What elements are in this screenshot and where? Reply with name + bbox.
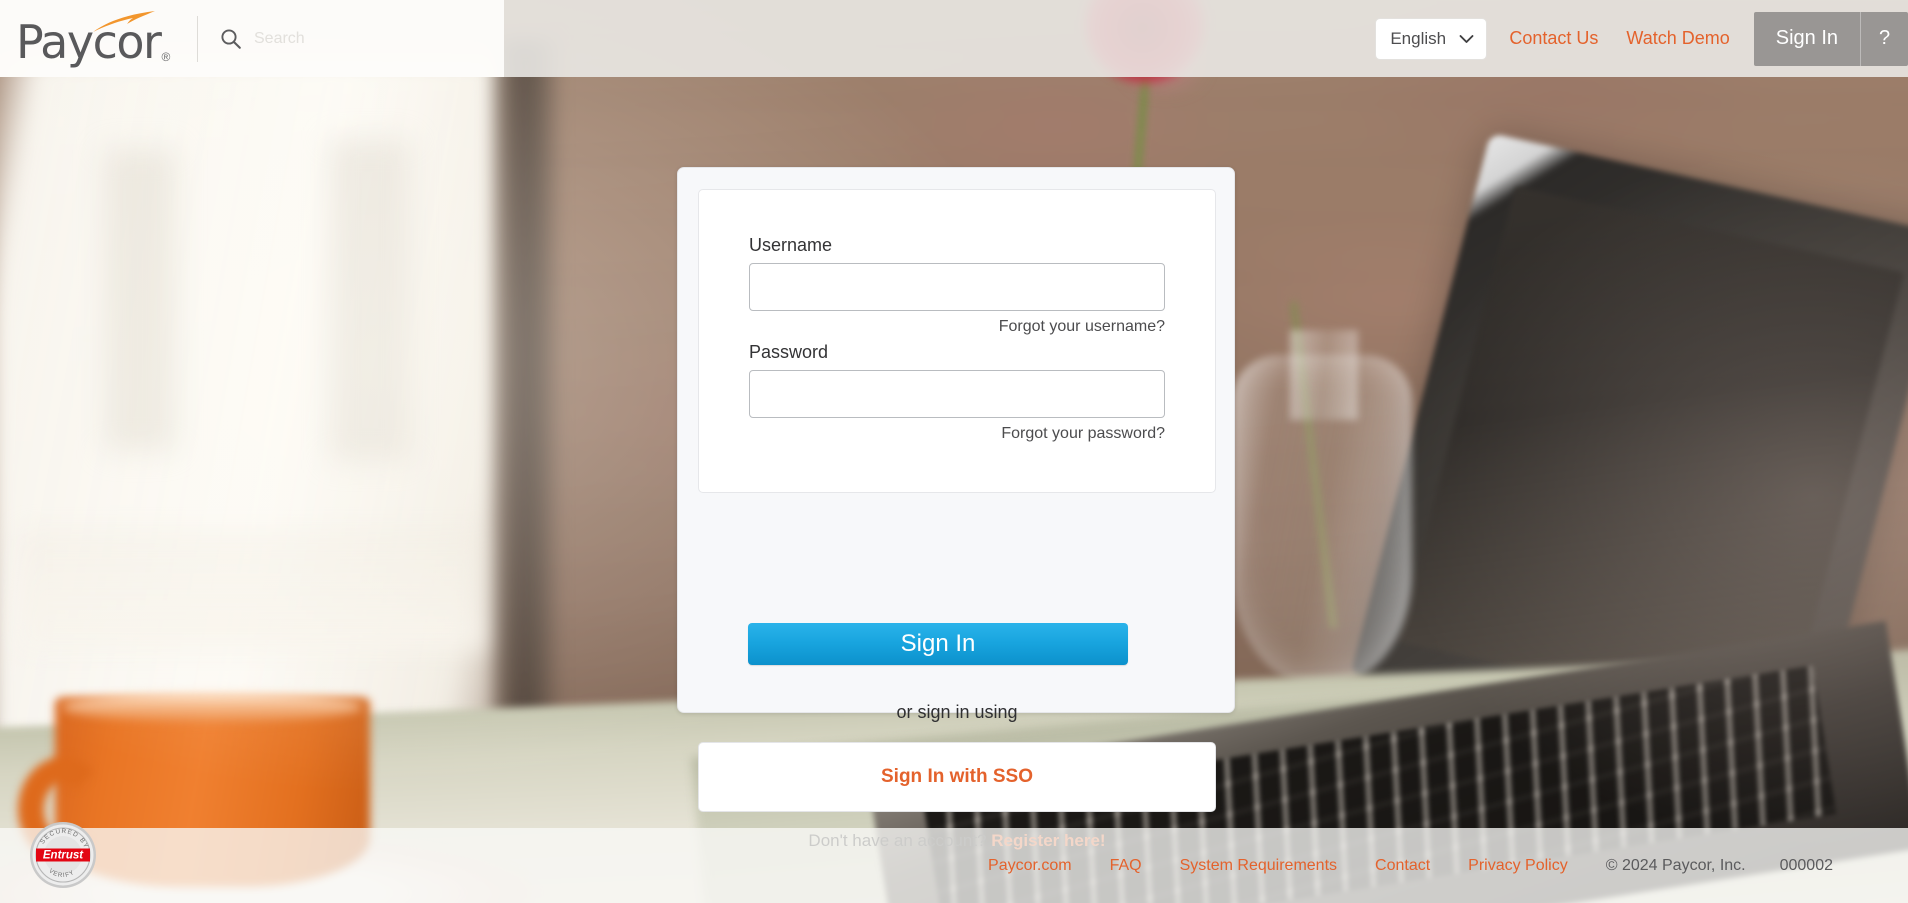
header-signin-group: Sign In ? [1753, 11, 1908, 66]
watch-demo-link[interactable]: Watch Demo [1626, 28, 1729, 49]
paycor-logo-text: Paycor [16, 14, 162, 69]
password-label: Password [749, 342, 829, 362]
or-sign-in-using-text: or sign in using [896, 702, 1018, 722]
search-icon[interactable] [220, 28, 242, 50]
paycor-logo[interactable]: Paycor ® [16, 10, 173, 68]
username-label: Username [749, 235, 833, 255]
paycor-logo-registered: ® [161, 49, 171, 64]
username-input[interactable] [749, 263, 1165, 311]
entrust-secured-seal[interactable]: SECURED BY VERIFY Entrust [28, 820, 98, 890]
footer-link-paycor-com[interactable]: Paycor.com [988, 857, 1072, 875]
login-page: Paycor ® English Contac [0, 0, 1908, 903]
footer-build-code: 000002 [1779, 856, 1833, 874]
seal-brand-text: Entrust [43, 850, 84, 862]
language-select[interactable]: English [1375, 17, 1488, 60]
footer-copyright: © 2024 Paycor, Inc. [1605, 856, 1746, 874]
header-help-button[interactable]: ? [1860, 11, 1908, 66]
forgot-password-link[interactable]: Forgot your password? [749, 425, 1165, 443]
language-selector-wrap[interactable]: English [1375, 17, 1488, 60]
sign-in-with-sso-button[interactable]: Sign In with SSO [698, 742, 1216, 812]
contact-us-link[interactable]: Contact Us [1509, 28, 1598, 49]
search-area[interactable] [198, 0, 504, 77]
login-card: Username Forgot your username? Password … [677, 167, 1235, 850]
site-footer: Paycor.com FAQ System Requirements Conta… [0, 828, 1908, 903]
header-sign-in-button[interactable]: Sign In [1754, 12, 1860, 66]
entrust-seal-icon: SECURED BY VERIFY Entrust [30, 822, 96, 888]
footer-link-privacy-policy[interactable]: Privacy Policy [1468, 857, 1568, 875]
site-header: Paycor ® English Contac [0, 0, 1908, 77]
forgot-username-link[interactable]: Forgot your username? [749, 318, 1165, 336]
password-input[interactable] [749, 370, 1165, 418]
search-input[interactable] [254, 29, 504, 48]
footer-link-system-requirements[interactable]: System Requirements [1180, 857, 1337, 875]
footer-link-faq[interactable]: FAQ [1110, 857, 1142, 875]
header-left-panel: Paycor ® [0, 0, 504, 77]
sign-in-submit-button[interactable]: Sign In [748, 623, 1128, 665]
footer-link-contact[interactable]: Contact [1375, 857, 1430, 875]
header-right-nav: English Contact Us Watch Demo Sign In ? [1375, 0, 1908, 77]
login-form-panel: Username Forgot your username? Password … [698, 189, 1216, 493]
login-form: Username Forgot your username? Password … [699, 190, 1215, 443]
